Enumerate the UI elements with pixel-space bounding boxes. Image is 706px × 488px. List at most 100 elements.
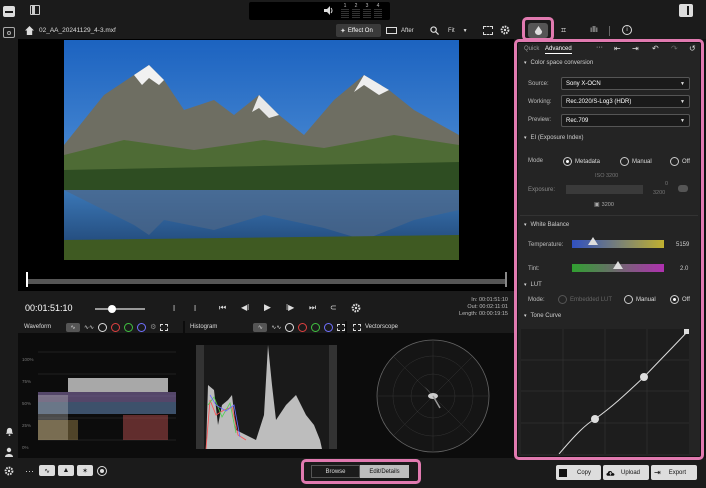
section-tone-curve[interactable]: ▾ Tone Curve — [524, 313, 561, 319]
bell-icon[interactable] — [3, 426, 15, 437]
out-value: 00:02:11:01 — [479, 304, 508, 310]
lut-radio-embedded[interactable]: Embedded LUT — [558, 295, 612, 304]
temperature-slider[interactable] — [572, 240, 664, 248]
export-button[interactable]: ⇥ Export — [651, 465, 697, 480]
effect-toggle[interactable]: ✦ Effect On — [336, 24, 381, 37]
clip-filename: 02_AA_20241129_4-3.mxf — [39, 27, 116, 34]
in-label: In: — [471, 297, 478, 303]
histogram-parade-icon[interactable]: ∿∿ — [271, 324, 281, 331]
section-lut[interactable]: ▾ LUT — [524, 282, 542, 288]
scope-histogram-toggle-icon[interactable]: ▲ — [58, 465, 74, 476]
exposure-value: 0 — [665, 181, 669, 187]
more-dots-icon[interactable]: ··· — [25, 466, 34, 476]
channel-green-icon[interactable] — [124, 322, 134, 332]
channel-red-icon[interactable] — [111, 322, 121, 332]
channel-white-icon[interactable] — [98, 322, 108, 332]
tint-label: Tint: — [528, 266, 540, 272]
viewer-settings-icon[interactable] — [500, 25, 510, 35]
exposure-toggle[interactable] — [678, 185, 688, 192]
audio-meter: 1 2 3 4 — [249, 2, 390, 20]
source-select[interactable]: Sony X-OCN ▼ — [561, 77, 690, 90]
sidebar-toggle-icon[interactable] — [30, 5, 40, 15]
waveform-settings-icon[interactable]: ⚙ — [150, 323, 156, 331]
playhead[interactable] — [26, 272, 28, 287]
effect-label: Effect On — [347, 27, 373, 34]
redo-icon[interactable]: ↷ — [671, 44, 678, 53]
step-back-icon[interactable]: ◀ǀ — [241, 303, 249, 312]
fullscreen-icon[interactable] — [483, 26, 493, 35]
temperature-value: 5159 — [676, 242, 690, 248]
play-icon[interactable]: ▶ — [264, 302, 271, 313]
ei-radio-manual[interactable]: Manual — [620, 157, 652, 166]
vectorscope-expand-icon[interactable] — [353, 323, 361, 331]
mark-in-icon[interactable]: ǀ — [173, 304, 175, 313]
jog-handle[interactable] — [108, 305, 116, 313]
waveform-parade-icon[interactable]: ∿∿ — [84, 324, 94, 331]
logo-icon[interactable] — [3, 6, 15, 17]
undo-icon[interactable]: ↶ — [652, 44, 659, 53]
working-select[interactable]: Rec.2020/S-Log3 (HDR) ▼ — [561, 95, 690, 108]
radio-selected-icon — [670, 295, 679, 304]
speaker-icon[interactable] — [324, 6, 334, 15]
home-icon[interactable] — [25, 26, 34, 35]
section-white-balance[interactable]: ▾ White Balance — [524, 222, 569, 228]
histogram-expand-icon[interactable] — [337, 323, 346, 331]
ei-radio-off[interactable]: Off — [670, 157, 690, 166]
fit-dropdown[interactable]: Fit ▼ — [448, 24, 476, 37]
media-icon[interactable] — [3, 27, 15, 38]
exposure-slider[interactable] — [566, 185, 643, 194]
export-preset-icon[interactable]: ⇥ — [632, 44, 639, 53]
browse-tab[interactable]: Browse — [311, 465, 360, 478]
timeline-scrubber[interactable] — [26, 279, 507, 284]
scope-vectorscope-toggle-icon[interactable]: ✶ — [77, 465, 93, 476]
import-preset-icon[interactable]: ⇤ — [614, 44, 621, 53]
lut-opt-off: Off — [682, 296, 690, 303]
upload-button[interactable]: Upload — [603, 465, 649, 480]
histogram-mode-icon[interactable]: ∿ — [253, 322, 268, 332]
copy-button[interactable]: Copy — [556, 465, 601, 480]
temperature-thumb[interactable] — [588, 237, 599, 245]
more-options-icon[interactable]: ··· — [596, 44, 603, 51]
account-icon[interactable] — [3, 446, 15, 457]
hist-white-icon[interactable] — [285, 322, 295, 332]
edit-details-tab[interactable]: Edit/Details — [360, 465, 409, 478]
chevron-down-icon: ▾ — [524, 222, 527, 228]
lut-radio-manual[interactable]: Manual — [624, 295, 656, 304]
settings-gear-icon[interactable] — [3, 465, 15, 476]
radio-selected-icon — [563, 157, 572, 166]
step-forward-icon[interactable]: ǀ▶ — [286, 303, 294, 312]
tone-curve-editor[interactable] — [521, 329, 689, 455]
waveform-mode-icon[interactable]: ∿ — [66, 322, 80, 332]
ei-radio-metadata[interactable]: Metadata — [563, 157, 600, 166]
jog-shuttle[interactable] — [95, 308, 145, 310]
tab-quick[interactable]: Quick — [524, 46, 539, 52]
vectorscope-display — [372, 338, 494, 454]
color-tab-icon[interactable] — [528, 23, 548, 38]
panel-toggle-icon[interactable] — [679, 4, 693, 17]
audio-tab-icon[interactable]: ıllı — [590, 25, 598, 34]
channel-blue-icon[interactable] — [137, 322, 147, 332]
hist-blue-icon[interactable] — [324, 322, 334, 332]
scope-record-icon[interactable] — [97, 466, 107, 476]
tab-advanced[interactable]: Advanced — [545, 46, 572, 54]
info-tab-icon[interactable]: i — [622, 25, 632, 35]
tint-thumb[interactable] — [613, 261, 623, 269]
go-to-end-icon[interactable]: ⏭ — [309, 303, 316, 313]
after-toggle[interactable]: After — [386, 24, 414, 37]
zoom-search-icon[interactable] — [430, 26, 439, 35]
reset-icon[interactable]: ↺ — [689, 44, 696, 53]
waveform-expand-icon[interactable] — [160, 323, 169, 331]
preview-select[interactable]: Rec.709 ▼ — [561, 114, 690, 127]
crop-tab-icon[interactable]: ⌗ — [561, 25, 566, 36]
hist-red-icon[interactable] — [298, 322, 308, 332]
hist-green-icon[interactable] — [311, 322, 321, 332]
go-to-start-icon[interactable]: ⏮ — [219, 303, 226, 313]
loop-icon[interactable]: ⊂ — [330, 303, 337, 312]
wf-tick: 0% — [22, 445, 29, 450]
section-ei[interactable]: ▾ EI (Exposure Index) — [524, 135, 584, 141]
playback-settings-icon[interactable] — [351, 303, 361, 313]
mark-out-icon[interactable]: ǀ — [194, 304, 196, 313]
scope-waveform-toggle-icon[interactable]: ∿ — [39, 465, 55, 476]
section-color-space[interactable]: ▾ Color space conversion — [524, 60, 593, 66]
lut-radio-off[interactable]: Off — [670, 295, 690, 304]
